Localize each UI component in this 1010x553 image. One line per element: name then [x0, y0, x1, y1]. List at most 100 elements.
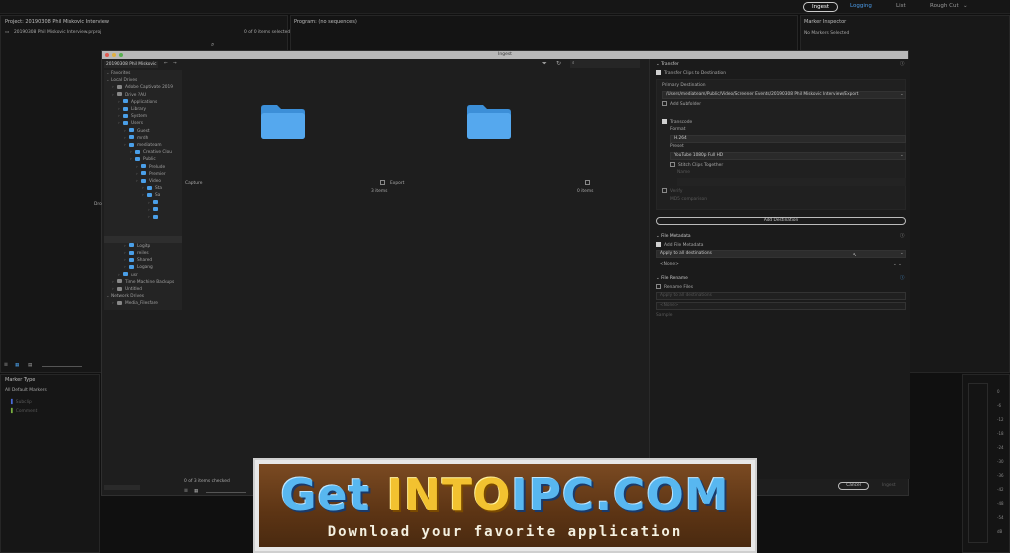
tree-item-label: mrdh — [137, 135, 149, 141]
tree-item-label: Favorites — [111, 71, 131, 76]
tree-item[interactable]: › — [104, 200, 161, 207]
folder-icon — [141, 178, 146, 183]
tree-group[interactable]: ⌄Network Drives — [104, 293, 144, 300]
tree-item[interactable]: › Drive ?AU — [104, 92, 146, 99]
all-default-markers: All Default Markers — [5, 388, 47, 393]
metadata-apply-select[interactable]: Apply to all destinations — [656, 250, 906, 258]
tree-item[interactable]: › Public — [104, 156, 156, 163]
tree-scrollbar[interactable] — [104, 485, 140, 490]
verify-checkbox[interactable]: Verify — [662, 188, 682, 194]
add-subfolder-checkbox[interactable]: Add Subfolder — [662, 101, 701, 107]
tree-item[interactable]: › Logang — [104, 264, 153, 271]
tree-item[interactable]: › Sta — [104, 185, 162, 192]
transfer-clips-checkbox[interactable]: Transfer Clips to Destination — [656, 70, 726, 76]
close-window-button[interactable] — [105, 53, 109, 57]
filter-icon[interactable]: ⏷ — [542, 60, 547, 68]
tree-item[interactable]: › Time Machine Backups — [104, 279, 174, 286]
tree-item[interactable]: › Guest — [104, 128, 150, 135]
tree-group[interactable]: ⌄Favorites — [104, 70, 130, 77]
zoom-window-button[interactable] — [119, 53, 123, 57]
folder-checkbox-export[interactable] — [585, 180, 590, 185]
list-view-icon[interactable]: ☰ — [184, 489, 188, 494]
tree-item[interactable]: › Creative Clou — [104, 149, 172, 156]
stitch-clips-checkbox[interactable]: Stitch Clips Together — [670, 162, 723, 168]
folder-icon[interactable] — [259, 102, 307, 140]
folder-icon[interactable] — [465, 102, 513, 140]
tree-item[interactable]: › Sa — [104, 192, 160, 199]
banner-background: Get INTOIPC.COM Download your favorite a… — [259, 464, 751, 547]
tree-item[interactable]: › Users — [104, 120, 143, 127]
tree-item[interactable]: › Logitp — [104, 243, 150, 250]
tree-item[interactable]: › — [104, 214, 161, 221]
ingest-settings-pane: ⌄ Transfer ⓘ Transfer Clips to Destinati… — [649, 59, 910, 479]
list-view-icon[interactable]: ☰ — [4, 363, 8, 368]
back-arrow-icon[interactable]: ← — [164, 61, 168, 66]
chevron-down-icon[interactable]: ⌄ — [963, 3, 968, 9]
marker-item-comment[interactable]: ▌ Comment — [11, 409, 37, 414]
tab-ingest[interactable]: Ingest — [803, 2, 839, 12]
tree-item[interactable] — [104, 221, 182, 228]
meter-tick-label: -42 — [997, 487, 1004, 492]
tree-item[interactable]: › — [104, 207, 161, 214]
mouse-cursor-icon: ↖ — [853, 253, 857, 258]
tree-item[interactable]: › Adobe Captivate 2019 — [104, 84, 173, 91]
project-file-name: 20190308 Phil Miskovic Interview.prproj — [14, 30, 102, 35]
tab-logging[interactable]: Logging — [850, 3, 872, 9]
tree-item[interactable]: › Applications — [104, 99, 157, 106]
metadata-preset-options-icon[interactable]: ⌄ ⌄ — [893, 262, 902, 267]
folder-icon — [123, 99, 128, 104]
tree-item[interactable]: › Library — [104, 106, 146, 113]
tree-item[interactable]: › Untitled — [104, 286, 142, 293]
tree-item-label: Library — [131, 107, 147, 112]
tree-item[interactable] — [104, 228, 182, 235]
minimize-window-button[interactable] — [112, 53, 116, 57]
folder-icon — [153, 214, 158, 219]
transfer-header[interactable]: ⌄ Transfer — [656, 62, 679, 67]
file-grid: Capture 3 items Export 0 items — [185, 70, 649, 216]
destination-path-field[interactable]: /Users/mediateam/Public/Video/Screener E… — [662, 91, 906, 99]
tree-item[interactable]: › reiles — [104, 250, 149, 257]
folder-checkbox-capture[interactable] — [380, 180, 385, 185]
forward-arrow-icon[interactable]: → — [173, 61, 177, 66]
file-rename-header[interactable]: ⌄ File Rename — [656, 276, 688, 281]
tree-item[interactable]: › mrdh — [104, 135, 148, 142]
tab-rough-cut[interactable]: Rough Cut — [930, 3, 959, 9]
freeform-view-icon[interactable]: ▤ — [28, 363, 32, 368]
file-metadata-header[interactable]: ⌄ File Metadata — [656, 234, 691, 239]
search-icon[interactable]: ⌕ — [211, 41, 214, 49]
rename-files-checkbox[interactable]: Rename Files — [656, 284, 693, 290]
tree-item[interactable]: › Video — [104, 178, 161, 185]
icon-view-icon[interactable]: ▦ — [15, 363, 19, 368]
tree-item[interactable]: › usr — [104, 272, 138, 279]
folder-icon — [129, 243, 134, 248]
no-markers-text: No Markers Selected — [804, 31, 850, 36]
tree-item[interactable]: › System — [104, 113, 147, 120]
search-input[interactable]: ⌕ — [570, 60, 640, 68]
zoom-slider[interactable] — [42, 366, 82, 367]
icon-view-icon[interactable]: ▦ — [194, 489, 198, 494]
tree-item[interactable]: › Shared — [104, 257, 152, 264]
tree-group[interactable]: ⌄Local Drives — [104, 77, 137, 84]
refresh-icon[interactable]: ↻ — [556, 60, 561, 67]
md5-select[interactable]: MD5 comparison — [670, 197, 707, 202]
ingest-button[interactable]: Ingest — [882, 483, 896, 488]
tree-item[interactable]: › Media_Filesfare — [104, 300, 158, 307]
tree-item[interactable]: › Prelude — [104, 164, 165, 171]
thumbnail-size-slider[interactable] — [206, 492, 246, 493]
cancel-button[interactable]: Cancel — [838, 482, 869, 490]
tab-list[interactable]: List — [896, 3, 906, 9]
format-select[interactable]: H.264 — [670, 135, 906, 143]
path-dropdown[interactable]: 20190308 Phil Miskovic ⌄ — [104, 61, 158, 74]
add-destination-button[interactable]: Add Destination — [656, 217, 906, 225]
metadata-preset-select[interactable]: <None> — [660, 262, 679, 267]
marker-item-subclip[interactable]: ▌ Subclip — [11, 400, 32, 405]
stitch-name-field[interactable] — [677, 178, 906, 186]
tree-item[interactable]: › Premier — [104, 171, 166, 178]
preset-select[interactable]: YouTube 1080p Full HD — [670, 152, 906, 160]
tree-item[interactable] — [104, 235, 182, 243]
add-metadata-checkbox[interactable]: Add File Metadata — [656, 242, 703, 248]
rename-apply-select[interactable]: Apply to all destinations — [656, 292, 906, 300]
transcode-checkbox[interactable]: Transcode — [662, 119, 692, 125]
tree-item[interactable]: › mediateam — [104, 142, 162, 149]
rename-preset-select[interactable]: <None> — [656, 302, 906, 310]
